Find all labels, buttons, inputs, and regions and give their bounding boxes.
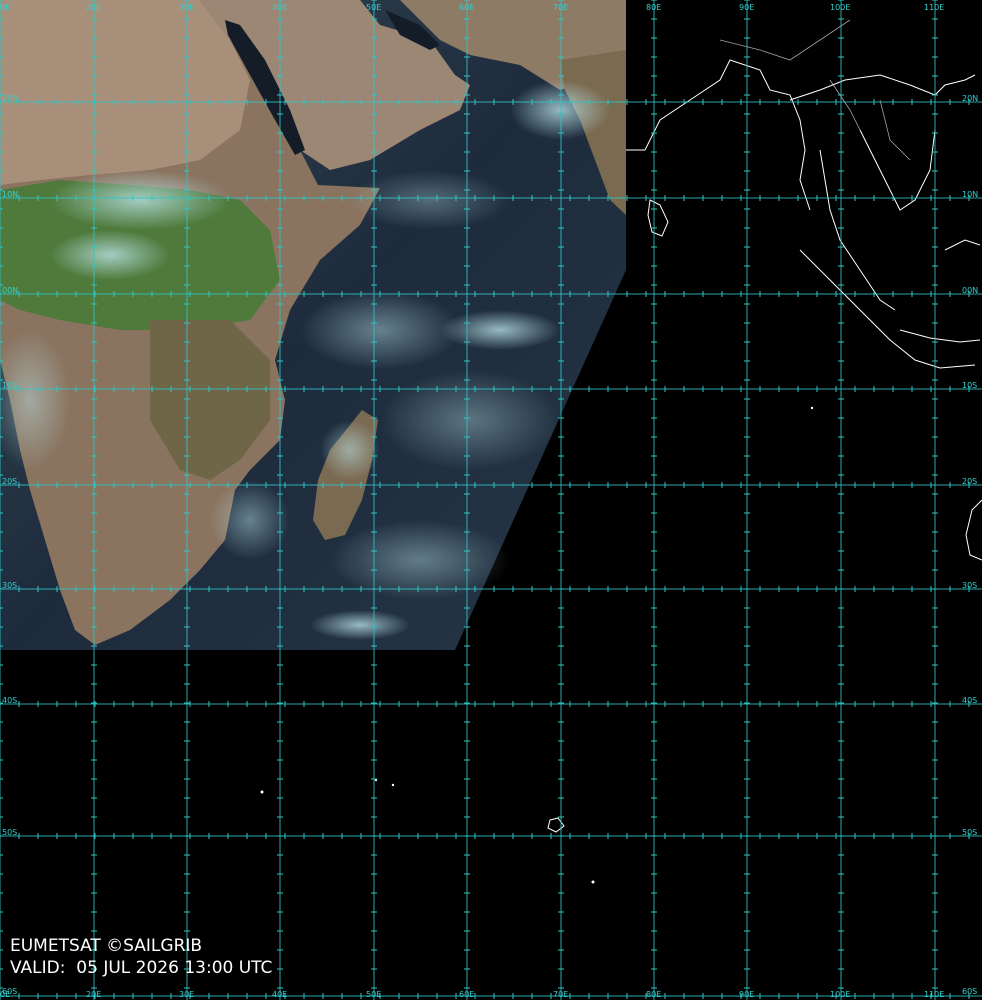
lat-label: 60S: [962, 987, 977, 996]
lat-label: 20N: [2, 94, 18, 103]
lon-label: 90E: [739, 3, 754, 12]
lon-label: 40E: [272, 3, 287, 12]
malay-coast: [819, 149, 896, 311]
lon-label: 40E: [272, 990, 287, 999]
lon-label: 60E: [459, 3, 474, 12]
lat-label: 00N: [2, 286, 18, 295]
lon-label: 20E: [86, 990, 101, 999]
lat-label: 10S: [962, 381, 977, 390]
lon-labels-bottom: 0E 20E 30E 40E 50E 60E 70E 80E 90E 100E …: [0, 990, 944, 999]
java-coast: [899, 329, 981, 343]
valid-label: VALID:: [10, 958, 66, 978]
australia-coast: [965, 499, 982, 561]
lon-label: 90E: [739, 990, 754, 999]
srilanka-coast: [647, 199, 669, 237]
lon-label: 110E: [924, 990, 944, 999]
valid-time-caption: VALID: 05 JUL 2026 13:00 UTC: [10, 958, 272, 978]
lat-label: 60S: [2, 987, 17, 996]
lon-label: 50E: [366, 3, 381, 12]
satellite-map: 0E 20E 30E 40E 50E 60E 70E 80E 90E 100E …: [0, 0, 982, 1000]
indochina-coast: [789, 74, 976, 101]
lon-label: 30E: [179, 3, 194, 12]
valid-time: 05 JUL 2026 13:00 UTC: [76, 958, 273, 978]
lat-labels-right: 20N 10N 00N 10S 20S 30S 40S 50S 60S: [962, 94, 978, 996]
lat-label: 10N: [962, 190, 978, 199]
lon-label: 80E: [646, 3, 661, 12]
lat-label: 10N: [2, 190, 18, 199]
lat-label: 50S: [962, 828, 977, 837]
lon-label: 30E: [179, 990, 194, 999]
lon-label: 20E: [86, 3, 101, 12]
island-marker: [810, 406, 814, 410]
borders-asia: [719, 19, 911, 161]
lat-label: 00N: [962, 286, 978, 295]
lon-label: 70E: [553, 990, 568, 999]
lat-label: 50S: [2, 828, 17, 837]
island-marker: [391, 783, 395, 787]
lat-label: 40S: [2, 696, 17, 705]
island-marker: [260, 790, 264, 794]
credit-caption: EUMETSAT ©SAILGRIB: [10, 936, 203, 956]
lat-label: 40S: [962, 696, 977, 705]
sumatra-coast: [799, 249, 976, 369]
lon-label: 100E: [830, 3, 850, 12]
lon-label: 110E: [924, 3, 944, 12]
lon-label: 80E: [646, 990, 661, 999]
lon-label: 60E: [459, 990, 474, 999]
kerguelen-island: [547, 817, 565, 833]
lat-label: 10S: [2, 381, 17, 390]
lon-label: 70E: [553, 3, 568, 12]
lon-label: 0E: [0, 3, 10, 12]
lat-label: 30S: [962, 581, 977, 590]
lon-label: 100E: [830, 990, 850, 999]
lon-label: 50E: [366, 990, 381, 999]
lat-label: 30S: [2, 581, 17, 590]
island-marker: [591, 880, 595, 884]
lat-label: 20N: [962, 94, 978, 103]
lat-label: 20S: [2, 477, 17, 486]
borneo-coast: [944, 239, 981, 251]
lat-label: 20S: [962, 477, 977, 486]
